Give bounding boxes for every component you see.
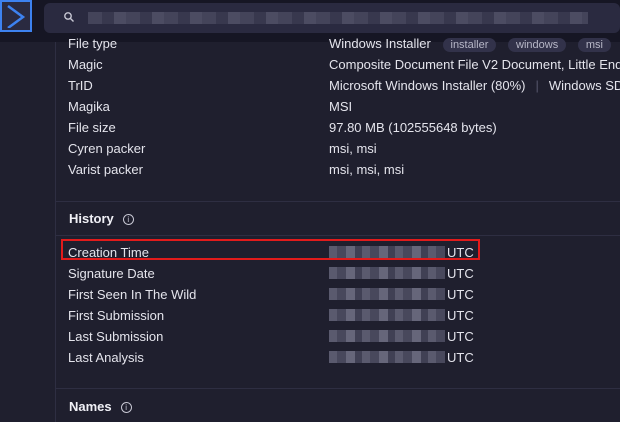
info-icon[interactable]: i bbox=[120, 402, 132, 413]
last-analysis-redacted bbox=[329, 351, 445, 363]
prop-value-file-type: Windows Installer installer windows msi bbox=[329, 36, 611, 52]
signature-date-utc: UTC bbox=[447, 266, 474, 281]
first-seen-redacted bbox=[329, 288, 445, 300]
search-bar[interactable] bbox=[44, 3, 620, 33]
prop-value-file-size: 97.80 MB (102555648 bytes) bbox=[329, 120, 497, 135]
signature-date-redacted bbox=[329, 267, 445, 279]
prop-label-cyren-packer: Cyren packer bbox=[68, 141, 146, 156]
trid-separator: | bbox=[535, 78, 539, 93]
first-seen-utc: UTC bbox=[447, 287, 474, 302]
tag-windows[interactable]: windows bbox=[508, 38, 567, 52]
section-divider bbox=[56, 201, 620, 202]
last-submission-redacted bbox=[329, 330, 445, 342]
prop-value-magika: MSI bbox=[329, 99, 353, 114]
prop-label-trid: TrID bbox=[68, 78, 93, 93]
history-label-last-analysis: Last Analysis bbox=[68, 350, 144, 365]
section-divider bbox=[56, 235, 620, 236]
history-label-first-submission: First Submission bbox=[68, 308, 165, 323]
trid-value-2: Windows SDK bbox=[548, 78, 620, 93]
info-icon[interactable]: i bbox=[122, 214, 134, 225]
first-submission-redacted bbox=[329, 309, 445, 321]
app-logo[interactable] bbox=[0, 0, 32, 32]
prop-label-magika: Magika bbox=[68, 99, 110, 114]
chevron-logo-icon bbox=[7, 4, 26, 28]
history-label-creation-time: Creation Time bbox=[68, 245, 149, 260]
tag-msi[interactable]: msi bbox=[577, 38, 611, 52]
last-analysis-utc: UTC bbox=[447, 350, 474, 365]
search-query-redacted bbox=[88, 12, 588, 24]
first-submission-utc: UTC bbox=[447, 308, 474, 323]
history-label-first-seen: First Seen In The Wild bbox=[68, 287, 197, 302]
creation-time-utc: UTC bbox=[447, 245, 474, 260]
last-submission-utc: UTC bbox=[447, 329, 474, 344]
prop-value-cyren-packer: msi, msi bbox=[329, 141, 377, 156]
history-title: History bbox=[69, 211, 114, 226]
names-section-title: Names i bbox=[69, 399, 132, 414]
prop-label-magic: Magic bbox=[68, 57, 103, 72]
details-panel: File type Windows Installer installer wi… bbox=[55, 36, 620, 422]
prop-value-varist-packer: msi, msi, msi bbox=[329, 162, 405, 177]
search-icon bbox=[64, 12, 74, 22]
history-section-title: History i bbox=[69, 211, 134, 226]
prop-label-varist-packer: Varist packer bbox=[68, 162, 143, 177]
prop-label-file-size: File size bbox=[68, 120, 116, 135]
tag-installer[interactable]: installer bbox=[442, 38, 497, 52]
history-label-signature-date: Signature Date bbox=[68, 266, 155, 281]
file-type-value: Windows Installer bbox=[329, 36, 431, 51]
section-divider bbox=[56, 388, 620, 389]
prop-label-file-type: File type bbox=[68, 36, 118, 51]
prop-value-magic: Composite Document File V2 Document, Lit… bbox=[329, 57, 620, 72]
prop-value-trid: Microsoft Windows Installer (80%) | Window… bbox=[329, 78, 620, 93]
trid-value-1: Microsoft Windows Installer (80%) bbox=[329, 78, 526, 93]
history-label-last-submission: Last Submission bbox=[68, 329, 164, 344]
creation-time-redacted bbox=[329, 246, 445, 258]
names-title: Names bbox=[69, 399, 112, 414]
